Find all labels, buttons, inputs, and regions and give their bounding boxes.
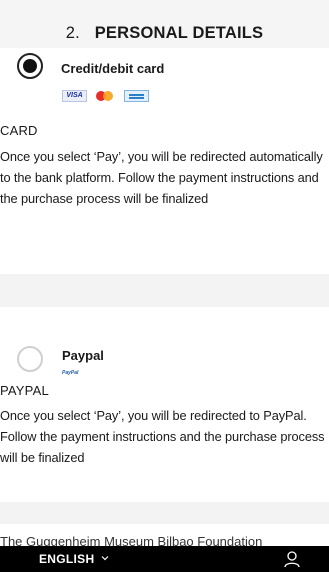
- chevron-down-icon[interactable]: [101, 554, 109, 562]
- payment-option-paypal[interactable]: Paypal PayPal PAYPAL Once you select ‘Pa…: [0, 307, 329, 502]
- paypal-radio[interactable]: [17, 346, 43, 372]
- user-icon[interactable]: [283, 550, 301, 568]
- footer-preview: The Guggenheim Museum Bilbao Foundation: [0, 524, 329, 546]
- step-title: 2. PERSONAL DETAILS: [0, 24, 329, 43]
- step-title-text: PERSONAL DETAILS: [94, 24, 264, 42]
- step-number: 2.: [65, 24, 80, 42]
- language-selector[interactable]: ENGLISH: [39, 552, 94, 566]
- card-section-label: CARD: [0, 123, 38, 138]
- payment-option-credit-card[interactable]: Credit/debit card VISA CARD Once you sel…: [0, 48, 329, 274]
- card-description: Once you select ‘Pay’, you will be redir…: [0, 149, 323, 206]
- paypal-description: Once you select ‘Pay’, you will be redir…: [0, 408, 325, 465]
- credit-card-radio[interactable]: [17, 53, 43, 79]
- credit-card-method-label: Credit/debit card: [61, 61, 165, 76]
- visa-logo-icon: VISA: [62, 90, 87, 102]
- paypal-section-label: PAYPAL: [0, 383, 49, 398]
- amex-logo-icon: [124, 90, 149, 102]
- footer-preview-text: The Guggenheim Museum Bilbao Foundation: [0, 534, 263, 546]
- paypal-method-label: Paypal: [62, 348, 104, 363]
- paypal-logo-icon: PayPal: [62, 370, 79, 376]
- bottom-bar: ENGLISH: [0, 546, 329, 572]
- mastercard-logo-icon: [93, 90, 117, 102]
- step-header: 2. PERSONAL DETAILS: [0, 0, 329, 48]
